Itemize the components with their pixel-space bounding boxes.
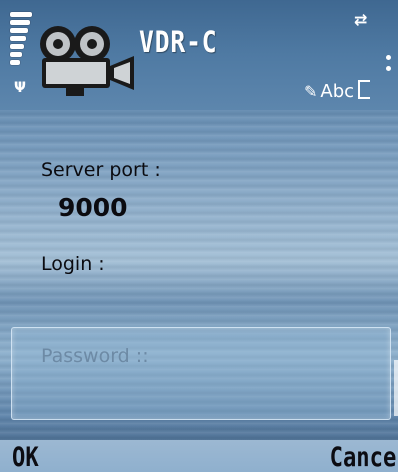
login-field[interactable] bbox=[58, 284, 358, 312]
phone-screen: Ψ VDR-C ⇄ ✎ Abc Server port : 9000 Login … bbox=[0, 0, 398, 472]
battery-indicator-icon bbox=[386, 55, 392, 77]
ok-softkey[interactable]: OK bbox=[12, 442, 39, 472]
clipboard-icon bbox=[358, 80, 371, 99]
password-label: Password :: bbox=[41, 345, 149, 367]
app-title: VDR-C bbox=[139, 25, 218, 59]
movie-camera-icon bbox=[40, 26, 134, 96]
input-mode-label: Abc bbox=[320, 81, 355, 102]
antenna-icon: Ψ bbox=[14, 80, 26, 96]
softkey-bar: OK Cance bbox=[0, 440, 398, 472]
pen-icon: ✎ bbox=[304, 82, 318, 101]
status-title-bar: Ψ VDR-C ⇄ ✎ Abc bbox=[0, 0, 398, 110]
password-field[interactable]: Password :: bbox=[11, 327, 391, 420]
login-label: Login : bbox=[41, 253, 105, 275]
cancel-softkey[interactable]: Cance bbox=[329, 442, 396, 472]
signal-strength-icon bbox=[10, 12, 36, 68]
input-mode-indicator: ✎ Abc bbox=[304, 80, 371, 102]
connectivity-icon: ⇄ bbox=[354, 10, 368, 29]
scrollbar[interactable] bbox=[394, 360, 398, 416]
server-port-field[interactable]: 9000 bbox=[58, 193, 128, 222]
server-port-label: Server port : bbox=[41, 159, 161, 181]
